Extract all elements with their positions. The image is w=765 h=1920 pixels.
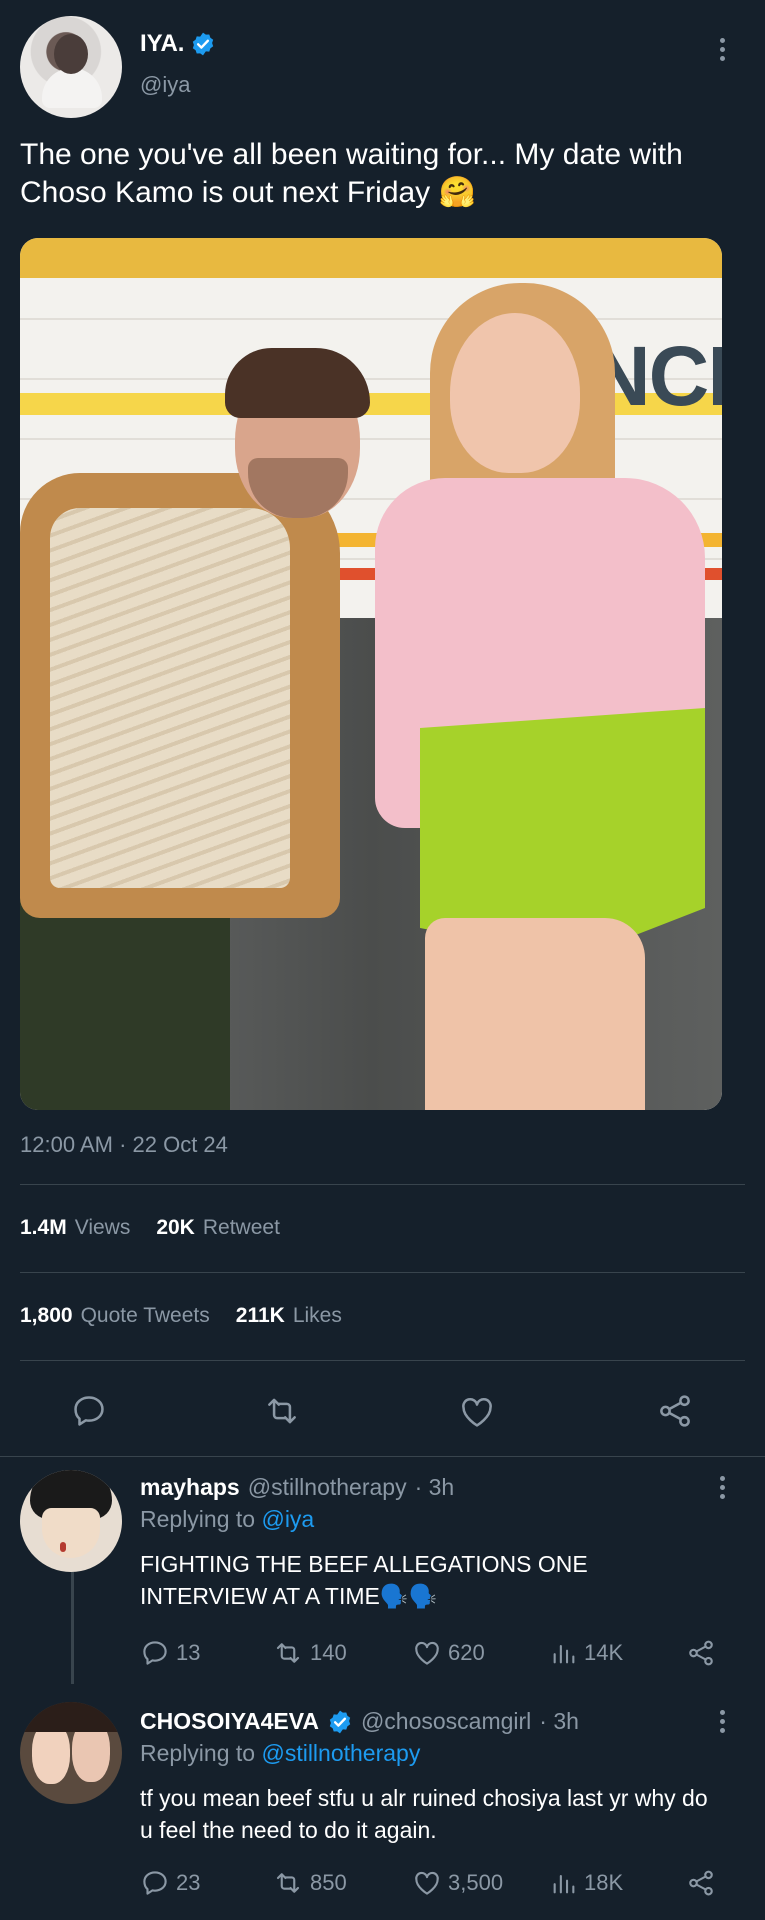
- photo-woman-head: [450, 313, 580, 473]
- reply-text: FIGHTING THE BEEF ALLEGATIONS ONE INTERV…: [140, 1551, 588, 1609]
- reply-comment-action[interactable]: 13: [140, 1638, 200, 1668]
- more-icon[interactable]: [720, 38, 726, 65]
- reply-time[interactable]: · 3h: [539, 1708, 579, 1735]
- views-icon: [553, 1644, 575, 1664]
- more-icon[interactable]: [720, 1710, 726, 1737]
- tweet-text: The one you've all been waiting for... M…: [20, 138, 683, 209]
- heart-icon: [415, 1641, 439, 1665]
- reply-avatar[interactable]: [20, 1702, 122, 1804]
- reply-comment-count: 13: [176, 1640, 201, 1665]
- verified-badge-icon: [190, 31, 216, 57]
- views-icon: [553, 1874, 575, 1894]
- more-icon[interactable]: [720, 1476, 726, 1503]
- reply-like-count: 620: [448, 1640, 485, 1665]
- views-count: 1.4M: [20, 1216, 67, 1239]
- comment-icon[interactable]: [70, 1392, 108, 1430]
- reply-header: CHOSOIYA4EVA @chososcamgirl · 3h: [140, 1708, 579, 1735]
- reply-share-action[interactable]: [686, 1868, 716, 1904]
- replying-to-handle[interactable]: @stillnotherapy: [261, 1740, 420, 1766]
- divider: [20, 1360, 745, 1361]
- tweet-timestamp[interactable]: 12:00 AM · 22 Oct 24: [20, 1132, 228, 1158]
- stats-row-views: 1.4M Views 20K Retweet: [20, 1216, 280, 1240]
- reply-actions: 23 850 3,500 18K: [140, 1868, 720, 1902]
- reply-retweet-action[interactable]: 850: [272, 1868, 347, 1898]
- heart-icon: [415, 1871, 439, 1895]
- heart-icon[interactable]: [458, 1393, 496, 1431]
- retweet-stat[interactable]: 20K Retweet: [156, 1216, 280, 1240]
- comment-icon: [143, 1641, 167, 1665]
- author-avatar[interactable]: [20, 16, 122, 118]
- divider: [20, 1184, 745, 1185]
- tweet-photo[interactable]: NCE: [20, 238, 722, 1110]
- reply-author-handle[interactable]: @stillnotherapy: [248, 1474, 407, 1501]
- replying-to-label: Replying to: [140, 1740, 256, 1766]
- share-icon[interactable]: [655, 1392, 695, 1430]
- reply-views-action[interactable]: 14K: [550, 1638, 623, 1668]
- divider: [20, 1272, 745, 1273]
- verified-badge-icon: [327, 1709, 353, 1735]
- reply-avatar[interactable]: [20, 1470, 122, 1572]
- reply-views-count: 18K: [584, 1870, 624, 1895]
- reply-like-action[interactable]: 620: [412, 1638, 485, 1668]
- author-name-row: IYA.: [140, 30, 216, 58]
- photo-man-hair: [225, 348, 370, 418]
- reply-actions: 13 140 620 14K: [140, 1638, 720, 1672]
- reply-comment-count: 23: [176, 1870, 201, 1895]
- reply-text: tf you mean beef stfu u alr ruined chosi…: [140, 1785, 708, 1843]
- reply-author-name[interactable]: CHOSOIYA4EVA: [140, 1708, 319, 1735]
- share-icon: [689, 1870, 713, 1896]
- views-label: Views: [74, 1216, 131, 1239]
- retweet-label: Retweet: [202, 1216, 280, 1239]
- likes-label: Likes: [292, 1304, 342, 1327]
- quote-label: Quote Tweets: [80, 1304, 210, 1327]
- reply-views-action[interactable]: 18K: [550, 1868, 623, 1898]
- reply-share-action[interactable]: [686, 1638, 716, 1674]
- replying-to-handle[interactable]: @iya: [261, 1506, 314, 1532]
- likes-stat[interactable]: 211K Likes: [236, 1304, 342, 1328]
- section-divider: [0, 1456, 765, 1457]
- thread-line: [71, 1572, 74, 1684]
- author-name[interactable]: IYA.: [140, 30, 184, 58]
- quote-stat[interactable]: 1,800 Quote Tweets: [20, 1304, 210, 1328]
- retweet-icon[interactable]: [262, 1392, 302, 1430]
- replying-to-label: Replying to: [140, 1506, 256, 1532]
- views-stat[interactable]: 1.4M Views: [20, 1216, 130, 1240]
- reply-author-name[interactable]: mayhaps: [140, 1474, 240, 1501]
- reply-header: mayhaps @stillnotherapy · 3h: [140, 1474, 454, 1501]
- likes-count: 211K: [235, 1304, 285, 1327]
- retweet-icon: [276, 1643, 300, 1663]
- reply-retweet-count: 140: [310, 1640, 347, 1665]
- photo-woman-legs: [425, 918, 645, 1110]
- retweet-icon: [276, 1873, 300, 1893]
- retweet-count: 20K: [156, 1216, 195, 1239]
- share-icon: [689, 1640, 713, 1666]
- reply-retweet-count: 850: [310, 1870, 347, 1895]
- reply-time[interactable]: · 3h: [415, 1474, 455, 1501]
- author-handle[interactable]: @iya: [140, 72, 190, 98]
- photo-man-cardigan-panel: [50, 508, 290, 888]
- reply-retweet-action[interactable]: 140: [272, 1638, 347, 1668]
- reply-like-action[interactable]: 3,500: [412, 1868, 503, 1898]
- stats-row-quotes: 1,800 Quote Tweets 211K Likes: [20, 1304, 342, 1328]
- reply-like-count: 3,500: [448, 1870, 504, 1895]
- replying-to-line: Replying to @iya: [140, 1506, 314, 1533]
- reply-author-handle[interactable]: @chososcamgirl: [361, 1708, 531, 1735]
- replying-to-line: Replying to @stillnotherapy: [140, 1740, 420, 1767]
- quote-count: 1,800: [20, 1304, 73, 1327]
- reply-views-count: 14K: [584, 1640, 624, 1665]
- reply-comment-action[interactable]: 23: [140, 1868, 200, 1898]
- comment-icon: [143, 1871, 167, 1895]
